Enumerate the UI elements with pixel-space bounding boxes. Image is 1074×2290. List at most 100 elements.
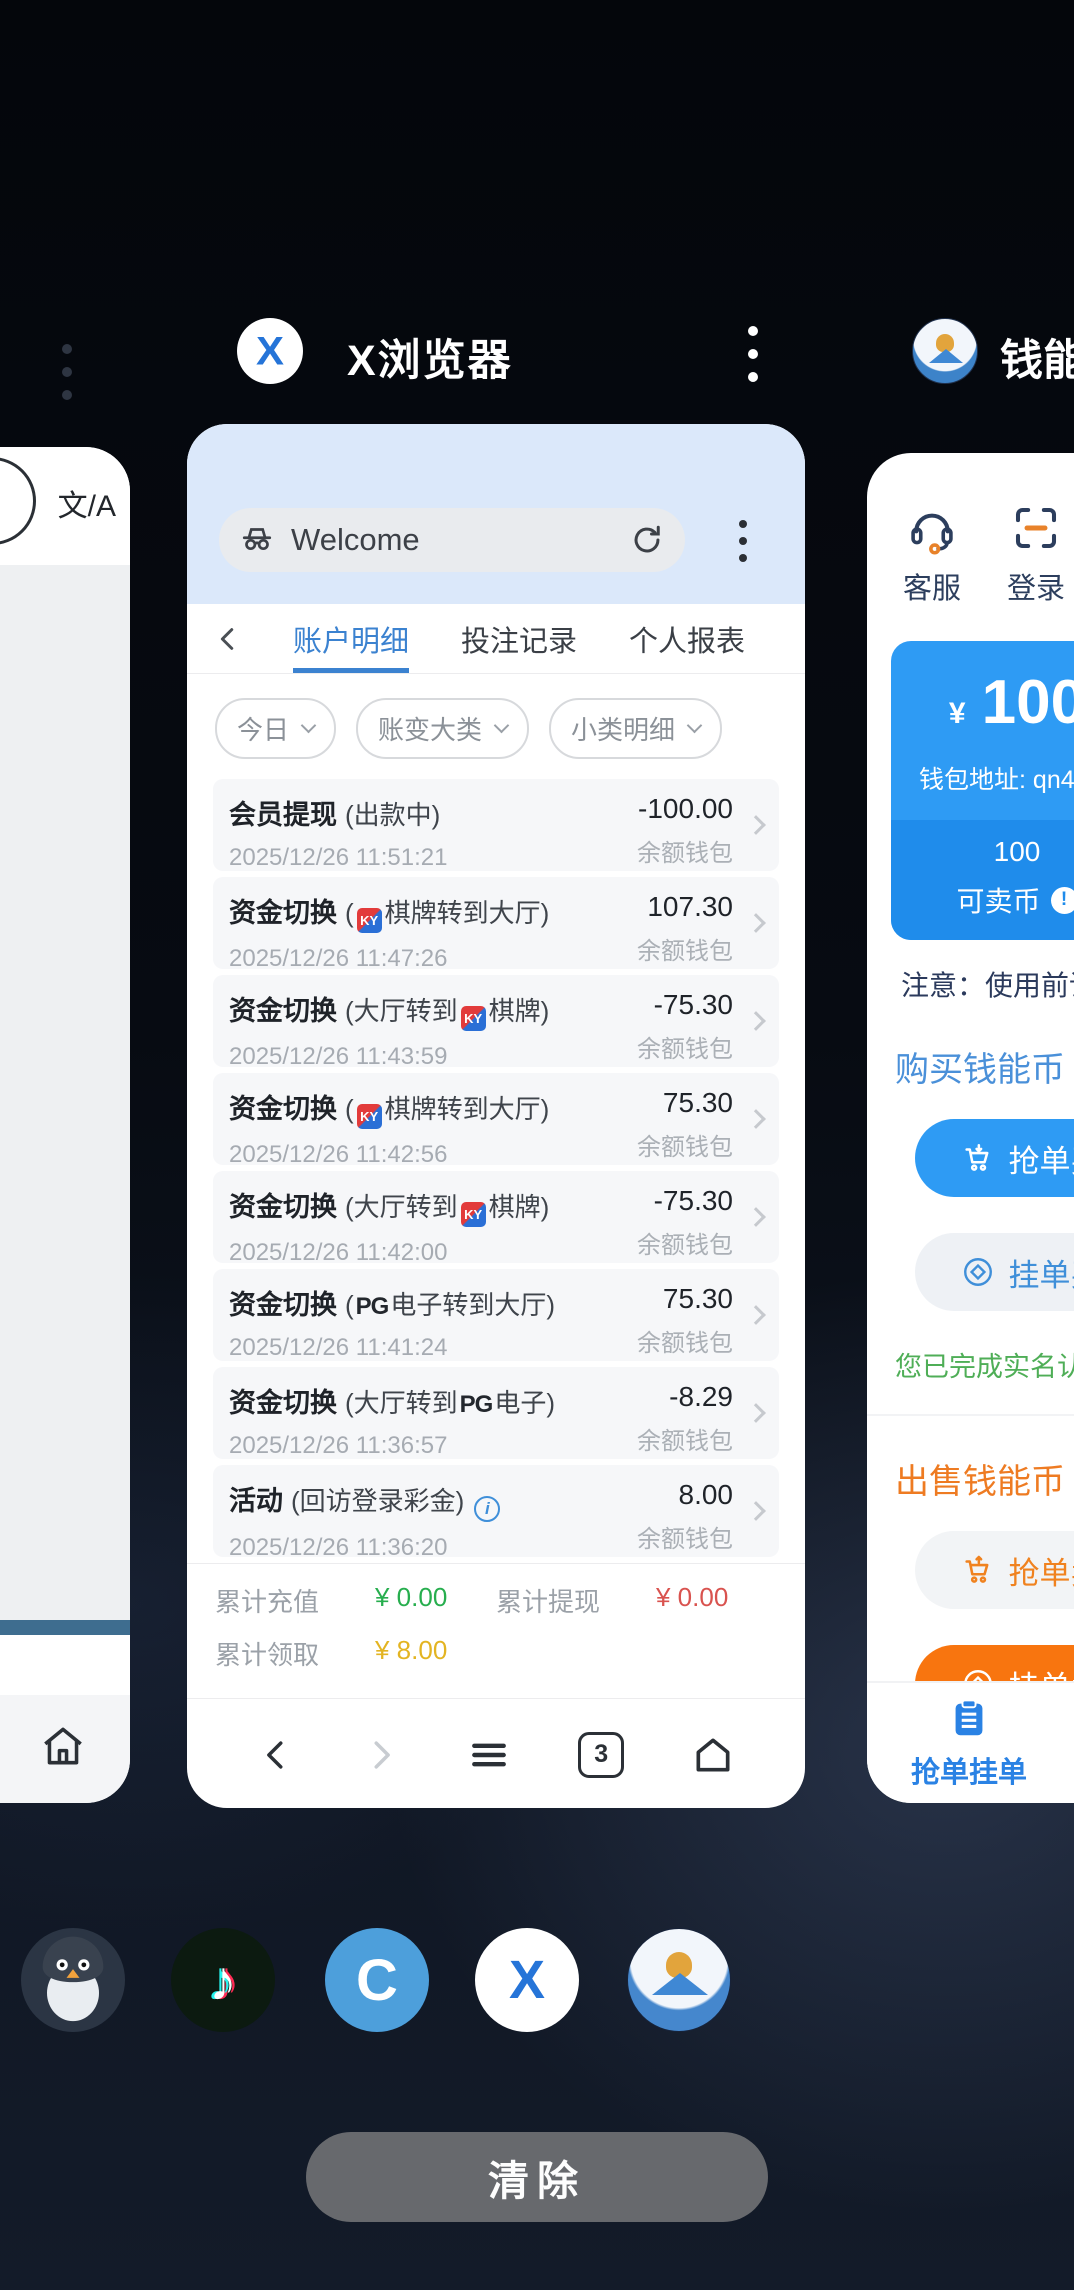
transaction-row[interactable]: 资金切换(KY棋牌转到大厅) 2025/12/26 11:42:56 75.30… (213, 1073, 779, 1165)
home-icon[interactable] (38, 1721, 88, 1771)
tab-投注记录[interactable]: 投注记录 (461, 604, 577, 673)
avatar-circle (0, 457, 36, 545)
transaction-time: 2025/12/26 11:47:26 (229, 945, 637, 973)
sellable-amount: 100 (891, 836, 1074, 868)
transaction-amount: 75.30 (637, 1087, 733, 1119)
recent-apps-screen: X X浏览器 钱能 文/A Welcome 账户明细投注记录个 (0, 0, 1074, 2290)
task-titles-row: X X浏览器 钱能 (0, 318, 1074, 388)
dock-icon-douyin[interactable]: ♪ (171, 1928, 275, 2032)
refresh-icon[interactable] (629, 522, 665, 558)
transaction-amount: -75.30 (637, 989, 733, 1021)
transaction-time: 2025/12/26 11:36:20 (229, 1534, 637, 1562)
sell-section-title: 出售钱能币 (895, 1454, 1074, 1503)
grab-sell-button[interactable]: 抢单卖 (915, 1531, 1074, 1609)
left-card-footer (0, 1695, 130, 1803)
clear-all-button[interactable]: 清除 (306, 2132, 768, 2222)
wallet-app-icon[interactable] (912, 318, 978, 384)
orders-nav-item[interactable]: 抢单挂单 (911, 1695, 1027, 1791)
cart-icon (961, 1141, 995, 1175)
wallet-app-title: 钱能 (1000, 326, 1074, 388)
transaction-title: 资金切换(大厅转到KY棋牌) (229, 1185, 637, 1227)
transaction-row[interactable]: 资金切换(大厅转到PG电子) 2025/12/26 11:36:57 -8.29… (213, 1367, 779, 1459)
transaction-row[interactable]: 资金切换(大厅转到KY棋牌) 2025/12/26 11:43:59 -75.3… (213, 975, 779, 1067)
wallet-task-card[interactable]: 客服 登录 ¥ 100 钱包地址: qn46cb 100 可卖币 ! 注意：使用… (867, 453, 1074, 1803)
cart-icon (961, 1553, 995, 1587)
dock-row: ♪CX (0, 0, 1074, 104)
summary-label: 累计提现 (496, 1582, 656, 1619)
filter-chip-今日[interactable]: 今日 (215, 698, 336, 759)
tab-count-button[interactable]: 3 (578, 1732, 624, 1778)
transaction-row[interactable]: 会员提现(出款中) 2025/12/26 11:51:21 -100.00 余额… (213, 779, 779, 871)
summary-item: 累计充值 ¥ 0.00 (215, 1582, 496, 1619)
left-card-header: 文/A (0, 447, 130, 565)
transaction-amount: -100.00 (637, 793, 733, 825)
wallet-type: 余额钱包 (637, 833, 733, 868)
balance-panel: ¥ 100 钱包地址: qn46cb 100 可卖币 ! (891, 641, 1074, 940)
left-task-card[interactable]: 文/A (0, 447, 130, 1803)
summary-item: 累计领取 ¥ 8.00 (215, 1635, 496, 1672)
tab-个人报表[interactable]: 个人报表 (629, 604, 745, 673)
chevron-right-icon (746, 1305, 766, 1325)
transaction-title: 资金切换(KY棋牌转到大厅) (229, 891, 637, 933)
chevron-down-icon (494, 718, 510, 734)
nav-forward-icon[interactable] (362, 1736, 400, 1774)
wallet-type: 余额钱包 (637, 1127, 733, 1162)
dock-icon-c-browser[interactable]: C (325, 1928, 429, 2032)
transaction-time: 2025/12/26 11:36:57 (229, 1432, 637, 1460)
browser-card-menu-icon[interactable] (748, 326, 758, 382)
x-browser-app-icon[interactable]: X (237, 318, 303, 384)
incognito-icon (239, 522, 275, 558)
sellable-label: 可卖币 (956, 880, 1040, 920)
nav-home-icon[interactable] (691, 1733, 735, 1777)
transaction-title: 资金切换(大厅转到KY棋牌) (229, 989, 637, 1031)
chevron-right-icon (746, 1109, 766, 1129)
left-card-menu-icon[interactable] (62, 344, 72, 400)
chevron-down-icon (301, 718, 317, 734)
wallet-quick-actions: 客服 登录 (903, 501, 1074, 607)
currency-symbol: ¥ (949, 697, 966, 731)
dock-icon-qianneng-wallet[interactable] (627, 1928, 731, 2032)
url-bar[interactable]: Welcome (219, 508, 685, 572)
wallet-type: 余额钱包 (637, 1225, 733, 1260)
transaction-time: 2025/12/26 11:42:56 (229, 1141, 637, 1169)
menu-icon[interactable] (467, 1733, 511, 1777)
dock-icon-game-penguin[interactable] (21, 1928, 125, 2032)
pg-logo-icon: PG (356, 1293, 389, 1320)
transaction-row[interactable]: 资金切换(PG电子转到大厅) 2025/12/26 11:41:24 75.30… (213, 1269, 779, 1361)
wallet-bottom-nav: 抢单挂单 (867, 1681, 1074, 1803)
browser-page-menu-icon[interactable] (739, 520, 747, 562)
filter-chip-账变大类[interactable]: 账变大类 (356, 698, 529, 759)
transaction-amount: 75.30 (637, 1283, 733, 1315)
scan-login-icon (1009, 501, 1063, 555)
quick-action-客服[interactable]: 客服 (903, 501, 961, 607)
exclamation-icon[interactable]: ! (1051, 887, 1074, 914)
filter-chip-小类明细[interactable]: 小类明细 (549, 698, 722, 759)
ky-logo-icon: KY (357, 1104, 382, 1129)
left-card-strip (0, 1635, 130, 1695)
transaction-amount: 107.30 (637, 891, 733, 923)
tab-账户明细[interactable]: 账户明细 (293, 604, 409, 673)
chevron-down-icon (687, 718, 703, 734)
transaction-row[interactable]: 资金切换(KY棋牌转到大厅) 2025/12/26 11:47:26 107.3… (213, 877, 779, 969)
ky-logo-icon: KY (357, 908, 382, 933)
left-card-body (0, 565, 130, 1620)
nav-back-icon[interactable] (257, 1736, 295, 1774)
dock-icon-x-browser[interactable]: X (475, 1928, 579, 2032)
url-text: Welcome (291, 522, 420, 558)
info-icon[interactable]: i (474, 1496, 500, 1522)
wallet-address: 钱包地址: qn46cb (891, 760, 1074, 796)
browser-task-card[interactable]: Welcome 账户明细投注记录个人报表 今日账变大类小类明细 会员提现(出款中… (187, 424, 805, 1808)
transaction-title: 资金切换(KY棋牌转到大厅) (229, 1087, 637, 1129)
back-icon[interactable] (213, 624, 243, 654)
grab-buy-button[interactable]: 抢单买 (915, 1119, 1074, 1197)
chevron-right-icon (746, 815, 766, 835)
totals-summary: 累计充值 ¥ 0.00 累计提现 ¥ 0.00 累计领取 ¥ 8.00 (187, 1563, 805, 1698)
quick-action-登录[interactable]: 登录 (1007, 501, 1065, 607)
transaction-row[interactable]: 活动(回访登录彩金)i 2025/12/26 11:36:20 8.00 余额钱… (213, 1465, 779, 1557)
post-buy-button[interactable]: 挂单买 (915, 1233, 1074, 1311)
verified-note: 您已完成实名认证 (895, 1345, 1074, 1384)
translate-icon[interactable]: 文/A (58, 481, 116, 525)
pg-logo-icon: PG (460, 1391, 493, 1418)
transaction-row[interactable]: 资金切换(大厅转到KY棋牌) 2025/12/26 11:42:00 -75.3… (213, 1171, 779, 1263)
ky-logo-icon: KY (461, 1006, 486, 1031)
